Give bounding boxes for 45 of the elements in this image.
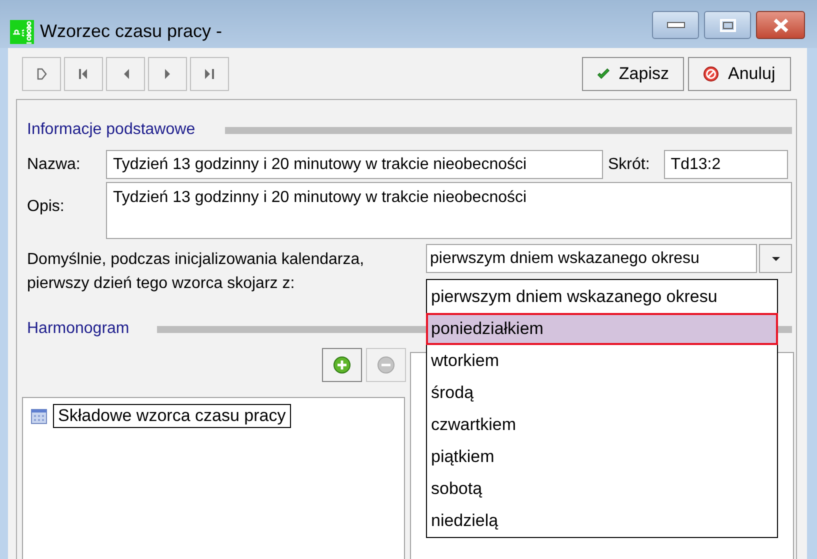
- maximize-button[interactable]: [704, 11, 751, 39]
- dropdown-option[interactable]: poniedziałkiem: [426, 313, 778, 345]
- nav-button[interactable]: [190, 57, 229, 91]
- next-icon: [164, 68, 170, 80]
- plus-icon: [333, 356, 351, 374]
- short-field[interactable]: Td13:2: [664, 150, 788, 179]
- dropdown-option[interactable]: wtorkiem: [427, 345, 777, 377]
- description-field[interactable]: Tydzień 13 godzinny i 20 minutowy w trakcie nieobecności: [106, 182, 792, 239]
- section-heading: Informacje podstawowe: [27, 121, 196, 139]
- description-label: Opis:: [27, 198, 66, 216]
- previous-icon: [122, 68, 128, 80]
- name-field[interactable]: Tydzień 13 godzinny i 20 minutowy w trakcie nieobecności: [106, 150, 603, 179]
- new-record-icon: [36, 68, 46, 80]
- dropdown-option[interactable]: piątkiem: [427, 441, 777, 473]
- save-button[interactable]: Zapisz: [582, 57, 684, 91]
- last-record-icon: [205, 68, 214, 80]
- nav-button[interactable]: [64, 57, 103, 91]
- add-button[interactable]: [322, 348, 362, 382]
- close-button[interactable]: [756, 11, 805, 39]
- prohibited-icon: [703, 66, 719, 82]
- default-day-label: pierwszy dzień tego wzorca skojarz z:: [27, 274, 296, 294]
- close-icon: [772, 18, 790, 32]
- short-label: Skrót:: [608, 156, 650, 174]
- app-icon: [10, 20, 34, 44]
- section-heading: Harmonogram: [27, 320, 130, 338]
- name-label: Nazwa:: [27, 156, 82, 174]
- first-record-icon: [79, 68, 88, 80]
- minimize-button[interactable]: [652, 11, 699, 39]
- dropdown-option[interactable]: środą: [427, 377, 777, 409]
- caret-icon: [772, 256, 780, 260]
- minus-icon: [377, 356, 395, 374]
- checkmark-icon: [597, 68, 610, 80]
- dropdown-option[interactable]: niedzielą: [427, 505, 777, 537]
- default-day-label: Domyślnie, podczas inicjalizowania kalendarza,: [27, 250, 366, 270]
- dropdown-option[interactable]: pierwszym dniem wskazanego okresu: [427, 281, 777, 313]
- nav-button[interactable]: [22, 57, 61, 91]
- window-title: Wzorzec czasu pracy -: [40, 21, 224, 42]
- minimize-icon: [666, 22, 684, 28]
- dropdown-option[interactable]: sobotą: [427, 473, 777, 505]
- cancel-button[interactable]: Anuluj: [688, 57, 791, 91]
- calendar-icon: [31, 408, 47, 424]
- dropdown-option[interactable]: czwartkiem: [427, 409, 777, 441]
- default-day-dropdown[interactable]: pierwszym dniem wskazanego okresu: [426, 244, 757, 273]
- tree-item[interactable]: Składowe wzorca czasu pracy: [53, 404, 291, 428]
- maximize-icon: [720, 18, 736, 32]
